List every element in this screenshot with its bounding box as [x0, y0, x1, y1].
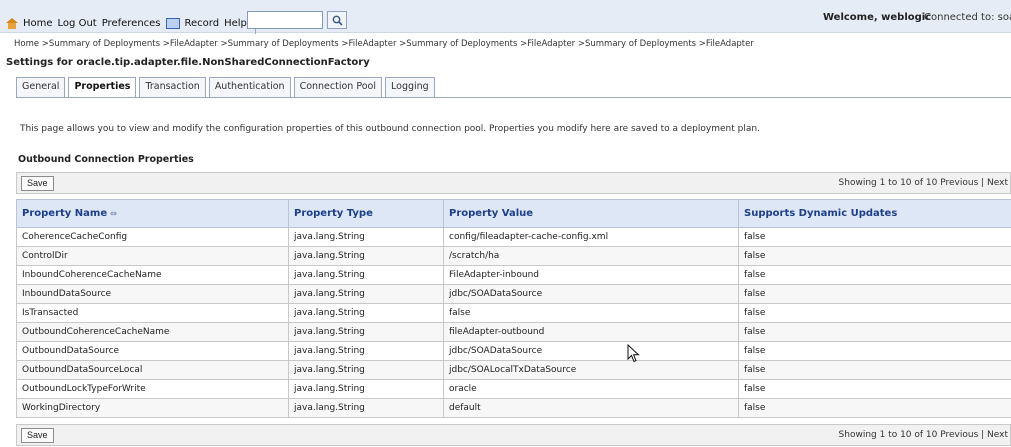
- dynamic-updates-cell: false: [738, 246, 1011, 266]
- column-header-property-name[interactable]: Property Name ⇔: [16, 199, 289, 228]
- property-name-link[interactable]: OutboundLockTypeForWrite: [16, 379, 289, 399]
- home-link[interactable]: Home: [23, 18, 53, 29]
- property-type-cell: java.lang.String: [288, 360, 444, 380]
- dynamic-updates-cell: false: [738, 227, 1011, 247]
- record-icon[interactable]: [165, 17, 180, 29]
- dynamic-updates-cell: false: [738, 303, 1011, 323]
- table-row: WorkingDirectory java.lang.String defaul…: [16, 398, 1011, 418]
- table-toolbar-bottom: Save Showing 1 to 10 of 10 Previous | Ne…: [16, 424, 1011, 446]
- property-type-cell: java.lang.String: [288, 322, 444, 342]
- property-name-link[interactable]: CoherenceCacheConfig: [16, 227, 289, 247]
- property-value-cell[interactable]: config/fileadapter-cache-config.xml: [443, 227, 739, 247]
- property-type-cell: java.lang.String: [288, 303, 444, 323]
- tab-authentication[interactable]: Authentication: [208, 77, 291, 97]
- property-name-link[interactable]: IsTransacted: [16, 303, 289, 323]
- property-name-link[interactable]: WorkingDirectory: [16, 398, 289, 418]
- table-row: IsTransacted java.lang.String false fals…: [16, 303, 1011, 323]
- logout-link[interactable]: Log Out: [58, 18, 97, 29]
- dynamic-updates-cell: false: [738, 284, 1011, 304]
- welcome-message: Welcome, weblogic: [823, 12, 932, 23]
- tab-general[interactable]: General: [16, 77, 66, 97]
- table-row: InboundDataSource java.lang.String jdbc/…: [16, 284, 1011, 304]
- table-row: OutboundCoherenceCacheName java.lang.Str…: [16, 322, 1011, 342]
- property-name-link[interactable]: InboundCoherenceCacheName: [16, 265, 289, 285]
- column-header-supports-dynamic-updates[interactable]: Supports Dynamic Updates: [738, 199, 1011, 228]
- page-description: This page allows you to view and modify …: [20, 124, 760, 134]
- property-name-link[interactable]: OutboundDataSourceLocal: [16, 360, 289, 380]
- tab-properties[interactable]: Properties: [68, 77, 137, 98]
- table-header-row: Property Name ⇔ Property Type Property Va…: [16, 199, 1011, 228]
- top-navigation-bar: Home Log Out Preferences Record Help Wel…: [0, 0, 1011, 34]
- tab-bar: General Properties Transaction Authentic…: [16, 77, 438, 98]
- mouse-pointer-icon: [627, 344, 640, 363]
- column-header-property-type[interactable]: Property Type: [288, 199, 444, 228]
- tab-logging[interactable]: Logging: [385, 77, 435, 97]
- property-type-cell: java.lang.String: [288, 246, 444, 266]
- search-button[interactable]: [327, 11, 347, 29]
- dynamic-updates-cell: false: [738, 341, 1011, 361]
- table-toolbar-top: Save Showing 1 to 10 of 10 Previous | Ne…: [16, 172, 1011, 194]
- section-title: Outbound Connection Properties: [18, 154, 194, 165]
- property-name-link[interactable]: ControlDir: [16, 246, 289, 266]
- dynamic-updates-cell: false: [738, 265, 1011, 285]
- dynamic-updates-cell: false: [738, 322, 1011, 342]
- property-type-cell: java.lang.String: [288, 398, 444, 418]
- property-value-cell[interactable]: oracle: [443, 379, 739, 399]
- tab-transaction[interactable]: Transaction: [139, 77, 206, 97]
- home-icon[interactable]: [6, 17, 18, 29]
- dynamic-updates-cell: false: [738, 398, 1011, 418]
- paging-info[interactable]: Showing 1 to 10 of 10 Previous | Next: [839, 430, 1008, 440]
- help-link[interactable]: Help: [224, 18, 247, 29]
- page-title: Settings for oracle.tip.adapter.file.Non…: [6, 57, 370, 68]
- property-value-cell[interactable]: fileAdapter-outbound: [443, 322, 739, 342]
- tab-connection-pool[interactable]: Connection Pool: [293, 77, 382, 97]
- dynamic-updates-cell: false: [738, 360, 1011, 380]
- property-name-link[interactable]: OutboundDataSource: [16, 341, 289, 361]
- table-row: OutboundDataSource java.lang.String jdbc…: [16, 341, 1011, 361]
- property-type-cell: java.lang.String: [288, 284, 444, 304]
- property-type-cell: java.lang.String: [288, 265, 444, 285]
- table-row: CoherenceCacheConfig java.lang.String co…: [16, 227, 1011, 247]
- table-row: OutboundDataSourceLocal java.lang.String…: [16, 360, 1011, 380]
- property-value-cell[interactable]: jdbc/SOADataSource: [443, 341, 739, 361]
- table-row: OutboundLockTypeForWrite java.lang.Strin…: [16, 379, 1011, 399]
- top-links: Home Log Out Preferences Record Help: [6, 12, 259, 34]
- property-type-cell: java.lang.String: [288, 379, 444, 399]
- table-row: InboundCoherenceCacheName java.lang.Stri…: [16, 265, 1011, 285]
- column-header-property-value[interactable]: Property Value: [443, 199, 739, 228]
- connected-to-text: Connected to: soa: [924, 12, 1011, 23]
- property-name-link[interactable]: InboundDataSource: [16, 284, 289, 304]
- property-type-cell: java.lang.String: [288, 341, 444, 361]
- table-row: ControlDir java.lang.String /scratch/ha …: [16, 246, 1011, 266]
- column-header-label: Property Name: [22, 208, 108, 219]
- property-value-cell[interactable]: default: [443, 398, 739, 418]
- properties-table: Property Name ⇔ Property Type Property Va…: [16, 199, 1011, 418]
- property-value-cell[interactable]: jdbc/SOADataSource: [443, 284, 739, 304]
- property-value-cell[interactable]: FileAdapter-inbound: [443, 265, 739, 285]
- save-button[interactable]: Save: [21, 428, 54, 443]
- property-value-cell[interactable]: /scratch/ha: [443, 246, 739, 266]
- breadcrumb[interactable]: Home >Summary of Deployments >FileAdapte…: [14, 39, 754, 49]
- paging-info[interactable]: Showing 1 to 10 of 10 Previous | Next: [839, 178, 1008, 188]
- record-link[interactable]: Record: [185, 18, 220, 29]
- save-button[interactable]: Save: [21, 176, 54, 191]
- property-type-cell: java.lang.String: [288, 227, 444, 247]
- tab-divider: [16, 97, 1011, 98]
- property-value-cell[interactable]: false: [443, 303, 739, 323]
- sort-icon[interactable]: ⇔: [110, 209, 117, 218]
- search-input[interactable]: [247, 11, 323, 29]
- preferences-link[interactable]: Preferences: [102, 18, 161, 29]
- property-value-cell[interactable]: jdbc/SOALocalTxDataSource: [443, 360, 739, 380]
- search-icon: [332, 15, 343, 26]
- dynamic-updates-cell: false: [738, 379, 1011, 399]
- property-name-link[interactable]: OutboundCoherenceCacheName: [16, 322, 289, 342]
